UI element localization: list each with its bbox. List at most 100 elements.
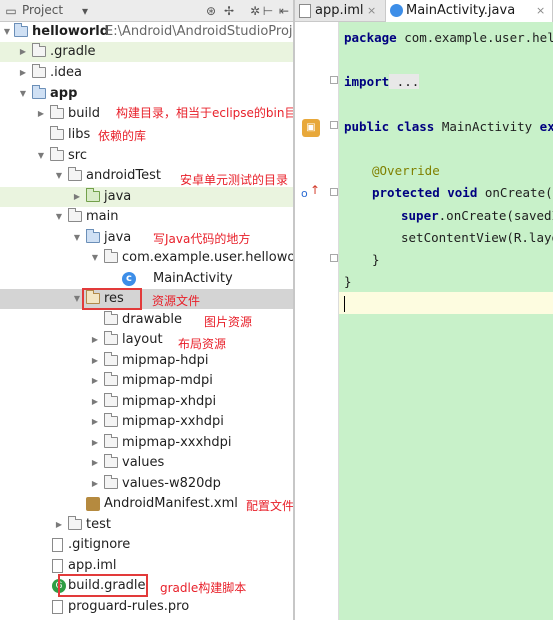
- settings-dropdown-icon[interactable]: ⊢: [261, 3, 275, 19]
- tree-item-mipmap-xxxhdpi[interactable]: ▶ mipmap-xxxhdpi: [0, 433, 293, 453]
- collapse-arrow-icon[interactable]: ▶: [90, 351, 100, 371]
- project-view-icon: ▭: [5, 4, 17, 18]
- source-folder-icon: [86, 229, 100, 243]
- tree-item-values-w820dp[interactable]: ▶ values-w820dp: [0, 474, 293, 494]
- super-call: .onCreate(savedI: [438, 208, 553, 223]
- expand-arrow-icon[interactable]: ▼: [90, 248, 100, 268]
- class-name: MainActivity: [434, 119, 540, 134]
- package-icon: [104, 249, 118, 263]
- folder-icon: [32, 64, 46, 78]
- close-icon[interactable]: ×: [536, 0, 545, 22]
- annotation-libs: 依赖的库: [98, 129, 147, 143]
- expand-arrow-icon[interactable]: ▼: [54, 166, 64, 186]
- folder-icon: [104, 311, 118, 325]
- tree-label: com.example.user.helloworld: [122, 250, 293, 265]
- expand-arrow-icon[interactable]: ▼: [72, 228, 82, 248]
- folder-icon: [50, 105, 64, 119]
- tree-item-mipmap-xhdpi[interactable]: ▶ mipmap-xhdpi: [0, 392, 293, 412]
- expand-arrow-icon[interactable]: ▼: [54, 207, 64, 227]
- collapse-arrow-icon[interactable]: ▶: [18, 42, 28, 62]
- editor-panel: app.iml × MainActivity.java × ▣ o ↑ pack…: [295, 0, 553, 620]
- collapse-arrow-icon[interactable]: ▶: [90, 412, 100, 432]
- tree-item-androidtest-java[interactable]: ▶ java: [0, 187, 293, 207]
- tree-item-main[interactable]: ▼ main: [0, 207, 293, 227]
- collapse-all-icon[interactable]: ✢: [222, 3, 236, 19]
- tree-label: helloworld: [32, 24, 110, 39]
- tree-item-mipmap-hdpi[interactable]: ▶ mipmap-hdpi: [0, 351, 293, 371]
- hide-panel-icon[interactable]: ⇤: [277, 3, 291, 19]
- tree-label: mipmap-xhdpi: [122, 394, 217, 409]
- tree-item-libs[interactable]: libs: [0, 125, 293, 145]
- code-editor[interactable]: package com.example.user.hell import ...…: [339, 22, 553, 620]
- tree-item-helloworld[interactable]: ▼ helloworld E:\Android\AndroidStudioPro…: [0, 22, 293, 42]
- fold-marker-icon[interactable]: [330, 76, 338, 84]
- tree-item-res[interactable]: ▼ res: [0, 289, 293, 309]
- tab-app-iml[interactable]: app.iml ×: [295, 0, 385, 22]
- keyword-extends: ex: [539, 119, 553, 134]
- collapse-arrow-icon[interactable]: ▶: [90, 433, 100, 453]
- sync-icon[interactable]: ⊛: [204, 3, 218, 19]
- tree-label: values-w820dp: [122, 476, 221, 491]
- tree-item-test[interactable]: ▶ test: [0, 515, 293, 535]
- tree-label: AndroidManifest.xml: [104, 496, 238, 511]
- folded-imports[interactable]: ...: [389, 74, 420, 89]
- gear-icon[interactable]: ✲: [248, 3, 262, 19]
- test-source-folder-icon: [86, 188, 100, 202]
- folder-icon: [104, 434, 118, 448]
- annotation-build-gradle: gradle构建脚本: [160, 581, 247, 595]
- highlight-box-build-gradle: [58, 574, 148, 597]
- tree-item-idea[interactable]: ▶ .idea: [0, 63, 293, 83]
- collapse-arrow-icon[interactable]: ▶: [90, 392, 100, 412]
- collapse-arrow-icon[interactable]: ▶: [90, 371, 100, 391]
- tree-item-src[interactable]: ▼ src: [0, 146, 293, 166]
- tree-item-app[interactable]: ▼ app: [0, 84, 293, 104]
- tree-item-gradle[interactable]: ▶ .gradle: [0, 42, 293, 62]
- project-view-selector[interactable]: Project: [22, 3, 63, 17]
- collapse-arrow-icon[interactable]: ▶: [72, 187, 82, 207]
- tab-mainactivity[interactable]: MainActivity.java ×: [385, 0, 553, 22]
- expand-arrow-icon[interactable]: ▼: [36, 146, 46, 166]
- collapse-arrow-icon[interactable]: ▶: [90, 474, 100, 494]
- layout-preview-icon[interactable]: ▣: [302, 119, 320, 137]
- keyword-package: package: [344, 30, 397, 45]
- tree-item-mipmap-mdpi[interactable]: ▶ mipmap-mdpi: [0, 371, 293, 391]
- collapse-arrow-icon[interactable]: ▶: [18, 63, 28, 83]
- code-line-setcontentview: setContentView(R.layou: [401, 230, 553, 245]
- tree-label: mipmap-hdpi: [122, 353, 209, 368]
- tree-item-mainactivity[interactable]: c MainActivity: [0, 269, 293, 289]
- expand-arrow-icon[interactable]: ▼: [2, 22, 12, 42]
- fold-marker-icon[interactable]: [330, 188, 338, 196]
- tree-label: java: [104, 230, 132, 245]
- keyword-public-class: public class: [344, 119, 435, 134]
- file-icon: [52, 559, 63, 573]
- tree-item-mipmap-xxhdpi[interactable]: ▶ mipmap-xxhdpi: [0, 412, 293, 432]
- tree-label: main: [86, 209, 119, 224]
- tree-label: .idea: [50, 65, 82, 80]
- fold-marker-icon[interactable]: [330, 254, 338, 262]
- annotation-build: 构建目录，相当于eclipse的bin目录: [116, 106, 293, 120]
- tree-item-gitignore[interactable]: .gitignore: [0, 535, 293, 555]
- tree-label: test: [86, 517, 111, 532]
- close-icon[interactable]: ×: [367, 0, 376, 22]
- tree-item-values[interactable]: ▶ values: [0, 453, 293, 473]
- editor-gutter[interactable]: ▣ o ↑: [295, 22, 339, 620]
- tree-item-app-iml[interactable]: app.iml: [0, 556, 293, 576]
- tree-item-proguard[interactable]: proguard-rules.pro: [0, 597, 293, 617]
- up-arrow-icon[interactable]: ↑: [310, 183, 320, 197]
- tree-item-package[interactable]: ▼ com.example.user.helloworld: [0, 248, 293, 268]
- fold-marker-icon[interactable]: [330, 121, 338, 129]
- tree-item-layout[interactable]: ▶ layout: [0, 330, 293, 350]
- expand-arrow-icon[interactable]: ▼: [72, 289, 82, 309]
- tab-label: MainActivity.java: [406, 3, 516, 18]
- collapse-arrow-icon[interactable]: ▶: [90, 453, 100, 473]
- collapse-arrow-icon[interactable]: ▶: [36, 104, 46, 124]
- collapse-arrow-icon[interactable]: ▶: [54, 515, 64, 535]
- annotation-manifest: 配置文件: [246, 499, 293, 513]
- chevron-down-icon[interactable]: ▾: [78, 3, 92, 19]
- tree-label: app: [50, 86, 78, 101]
- tree-label: .gitignore: [68, 537, 131, 552]
- expand-arrow-icon[interactable]: ▼: [18, 84, 28, 104]
- tree-label: drawable: [122, 312, 183, 327]
- collapse-arrow-icon[interactable]: ▶: [90, 330, 100, 350]
- override-method-icon[interactable]: o: [301, 187, 308, 200]
